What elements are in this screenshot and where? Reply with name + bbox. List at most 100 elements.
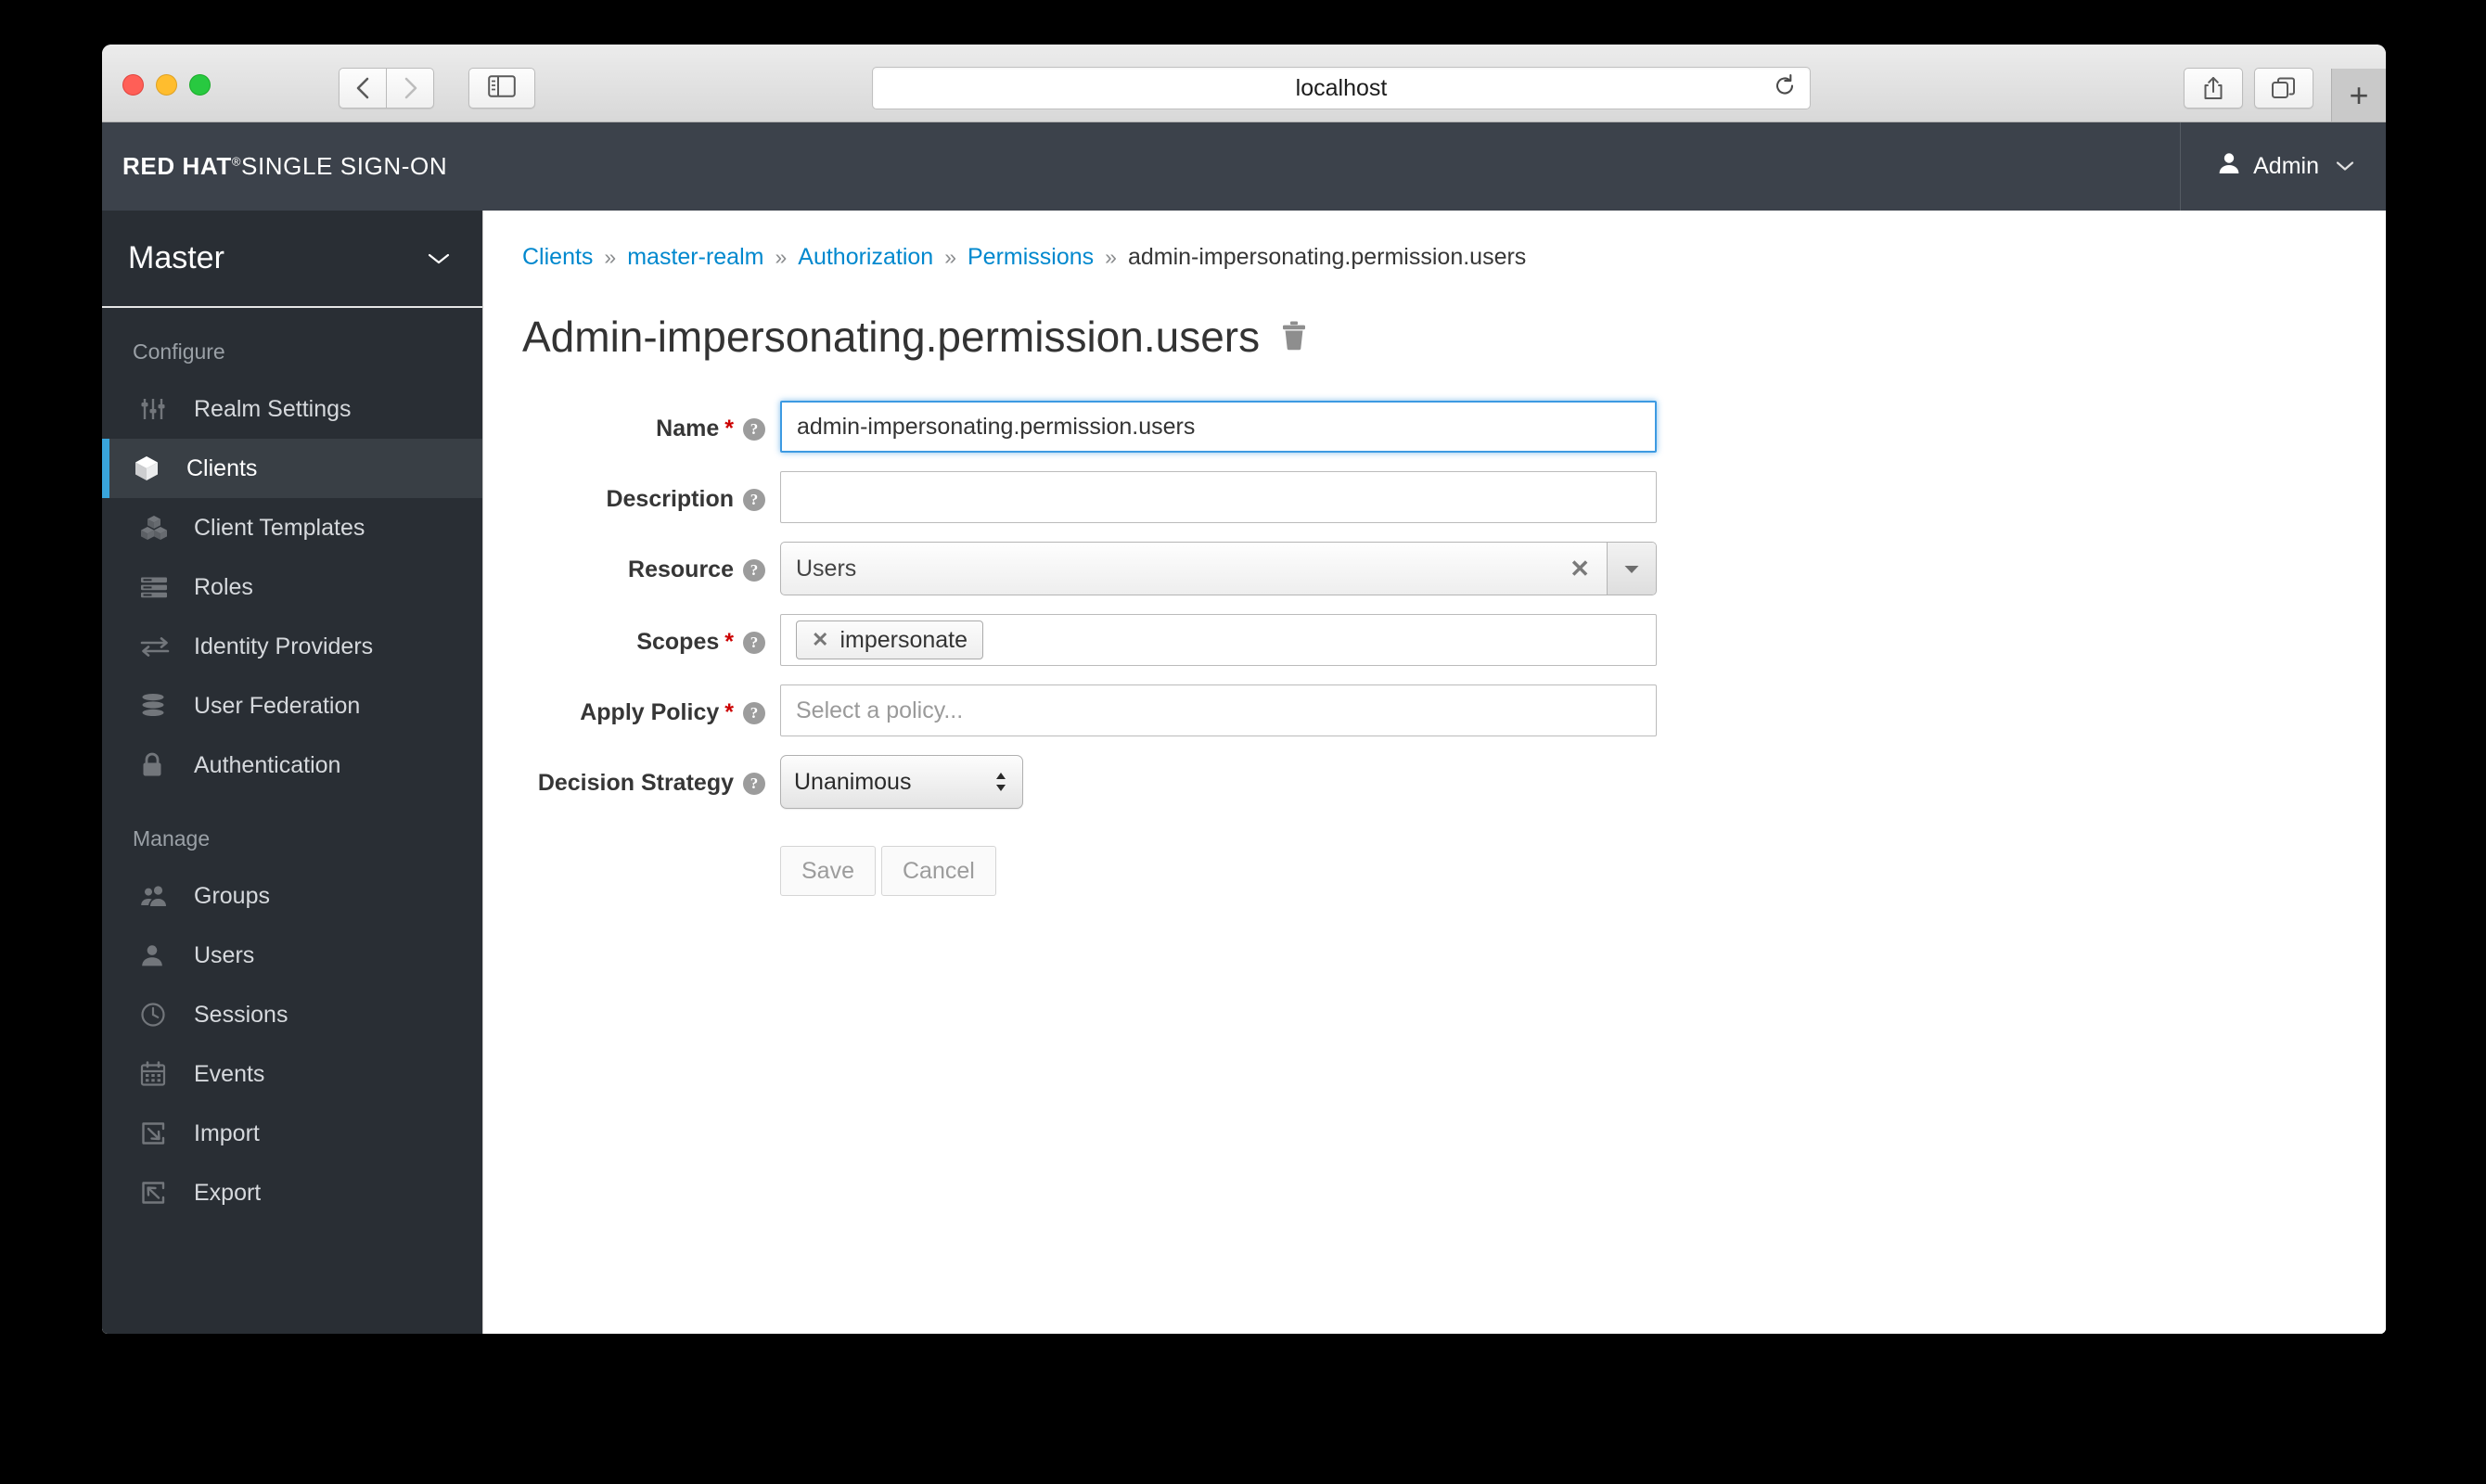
minimize-window-button[interactable] (156, 74, 177, 96)
required-marker: * (724, 416, 734, 441)
chevron-down-icon[interactable] (1607, 543, 1656, 595)
help-icon[interactable]: ? (743, 772, 765, 795)
brand-redhat: RED HAT (122, 152, 232, 180)
sidebar-item-label: Client Templates (194, 514, 365, 541)
decision-strategy-select[interactable]: Unanimous (780, 755, 1023, 809)
breadcrumb-item-current: admin-impersonating.permission.users (1127, 244, 1527, 270)
realm-name: Master (128, 240, 224, 275)
sidebar-item-events[interactable]: Events (102, 1044, 482, 1104)
new-tab-button[interactable]: + (2331, 69, 2386, 122)
masthead: RED HAT®SINGLE SIGN-ON Admin (102, 122, 2386, 211)
chevron-down-icon (427, 246, 451, 272)
realm-selector[interactable]: Master (102, 211, 482, 308)
form-actions: Save Cancel (780, 846, 2386, 896)
exchange-icon (140, 635, 183, 658)
show-tabs-icon (2271, 76, 2297, 100)
sidebar-item-identity-providers[interactable]: Identity Providers (102, 617, 482, 676)
brand-logo[interactable]: RED HAT®SINGLE SIGN-ON (122, 152, 447, 181)
breadcrumb-separator: » (604, 245, 617, 269)
sidebar-item-label: Export (194, 1179, 262, 1206)
required-marker: * (724, 629, 734, 655)
resource-select[interactable]: Users ✕ (780, 542, 1657, 595)
help-icon[interactable]: ? (743, 701, 765, 724)
breadcrumb-item-permissions[interactable]: Permissions (967, 244, 1094, 271)
sidebar-item-sessions[interactable]: Sessions (102, 985, 482, 1044)
reload-icon[interactable] (1773, 73, 1797, 104)
sidebar-item-user-federation[interactable]: User Federation (102, 676, 482, 736)
name-input[interactable] (780, 401, 1657, 453)
sliders-icon (140, 397, 183, 421)
address-bar[interactable]: localhost (872, 67, 1811, 109)
help-icon[interactable]: ? (743, 417, 765, 441)
maximize-window-button[interactable] (189, 74, 211, 96)
cancel-button[interactable]: Cancel (880, 846, 996, 896)
user-icon (140, 943, 183, 967)
apply-policy-label-text: Apply Policy (580, 699, 720, 725)
sidebar-item-label: Realm Settings (194, 395, 352, 422)
close-window-button[interactable] (122, 74, 144, 96)
import-icon (140, 1120, 183, 1146)
save-button[interactable]: Save (780, 846, 876, 896)
main-content: Clients » master-realm » Authorization »… (483, 211, 2386, 1334)
share-button[interactable] (2184, 68, 2243, 109)
scope-token-impersonate[interactable]: ✕ impersonate (796, 620, 984, 659)
back-button[interactable] (339, 68, 387, 109)
close-icon[interactable]: ✕ (812, 628, 828, 652)
decision-strategy-value: Unanimous (794, 768, 912, 795)
resource-control-wrap: Users ✕ (780, 542, 1657, 595)
form-row-apply-policy: Apply Policy * ? (522, 684, 2386, 736)
sidebar-item-groups[interactable]: Groups (102, 866, 482, 926)
breadcrumb-item-authorization[interactable]: Authorization (798, 244, 933, 271)
user-menu[interactable]: Admin (2218, 151, 2354, 182)
sidebar-item-realm-settings[interactable]: Realm Settings (102, 379, 482, 439)
description-label: Description ? (522, 471, 780, 513)
sidebar-item-client-templates[interactable]: Client Templates (102, 498, 482, 557)
breadcrumb-item-master-realm[interactable]: master-realm (627, 244, 763, 271)
show-tabs-button[interactable] (2254, 68, 2313, 109)
scopes-token-input[interactable]: ✕ impersonate (780, 614, 1657, 666)
calendar-icon (140, 1061, 183, 1087)
stepper-arrows-icon (994, 771, 1007, 793)
browser-toolbar: localhost + (102, 45, 2386, 122)
apply-policy-label: Apply Policy * ? (522, 684, 780, 726)
sidebar-item-label: Import (194, 1119, 260, 1146)
apply-policy-control-wrap (780, 684, 1657, 736)
database-icon (140, 693, 183, 719)
user-name: Admin (2253, 153, 2319, 179)
cube-icon (133, 454, 175, 482)
description-input[interactable] (780, 471, 1657, 523)
sidebar-toggle-button[interactable] (468, 68, 535, 109)
list-icon (140, 576, 183, 598)
help-icon[interactable]: ? (743, 488, 765, 511)
breadcrumb-separator: » (775, 245, 788, 269)
sidebar-item-label: Users (194, 941, 255, 968)
rhsso-admin-console: RED HAT®SINGLE SIGN-ON Admin Master Conf… (102, 122, 2386, 1334)
trash-icon[interactable] (1280, 312, 1308, 362)
sidebar-item-label: Identity Providers (194, 633, 374, 659)
sidebar-item-label: Clients (186, 454, 258, 481)
scope-token-label: impersonate (839, 626, 968, 653)
sidebar-item-users[interactable]: Users (102, 926, 482, 985)
cubes-icon (140, 515, 183, 541)
chevron-right-icon (402, 75, 418, 101)
breadcrumb-item-clients[interactable]: Clients (522, 244, 593, 271)
required-marker: * (724, 699, 734, 725)
forward-button[interactable] (387, 68, 434, 109)
breadcrumb-separator: » (944, 245, 956, 269)
apply-policy-input[interactable] (780, 684, 1657, 736)
resource-label-text: Resource (628, 556, 734, 582)
sidebar-item-export[interactable]: Export (102, 1163, 482, 1222)
close-icon[interactable]: ✕ (1553, 543, 1607, 595)
sidebar-item-import[interactable]: Import (102, 1104, 482, 1163)
sidebar-item-authentication[interactable]: Authentication (102, 736, 482, 795)
page-title-text: Admin-impersonating.permission.users (522, 313, 1261, 361)
help-icon[interactable]: ? (743, 631, 765, 654)
resource-label: Resource ? (522, 542, 780, 583)
users-icon (140, 884, 183, 908)
breadcrumb: Clients » master-realm » Authorization »… (483, 211, 2386, 271)
sidebar-section-title: Manage (133, 826, 211, 851)
sidebar-item-roles[interactable]: Roles (102, 557, 482, 617)
help-icon[interactable]: ? (743, 558, 765, 582)
user-icon (2218, 151, 2240, 182)
sidebar-item-clients[interactable]: Clients (102, 439, 482, 498)
